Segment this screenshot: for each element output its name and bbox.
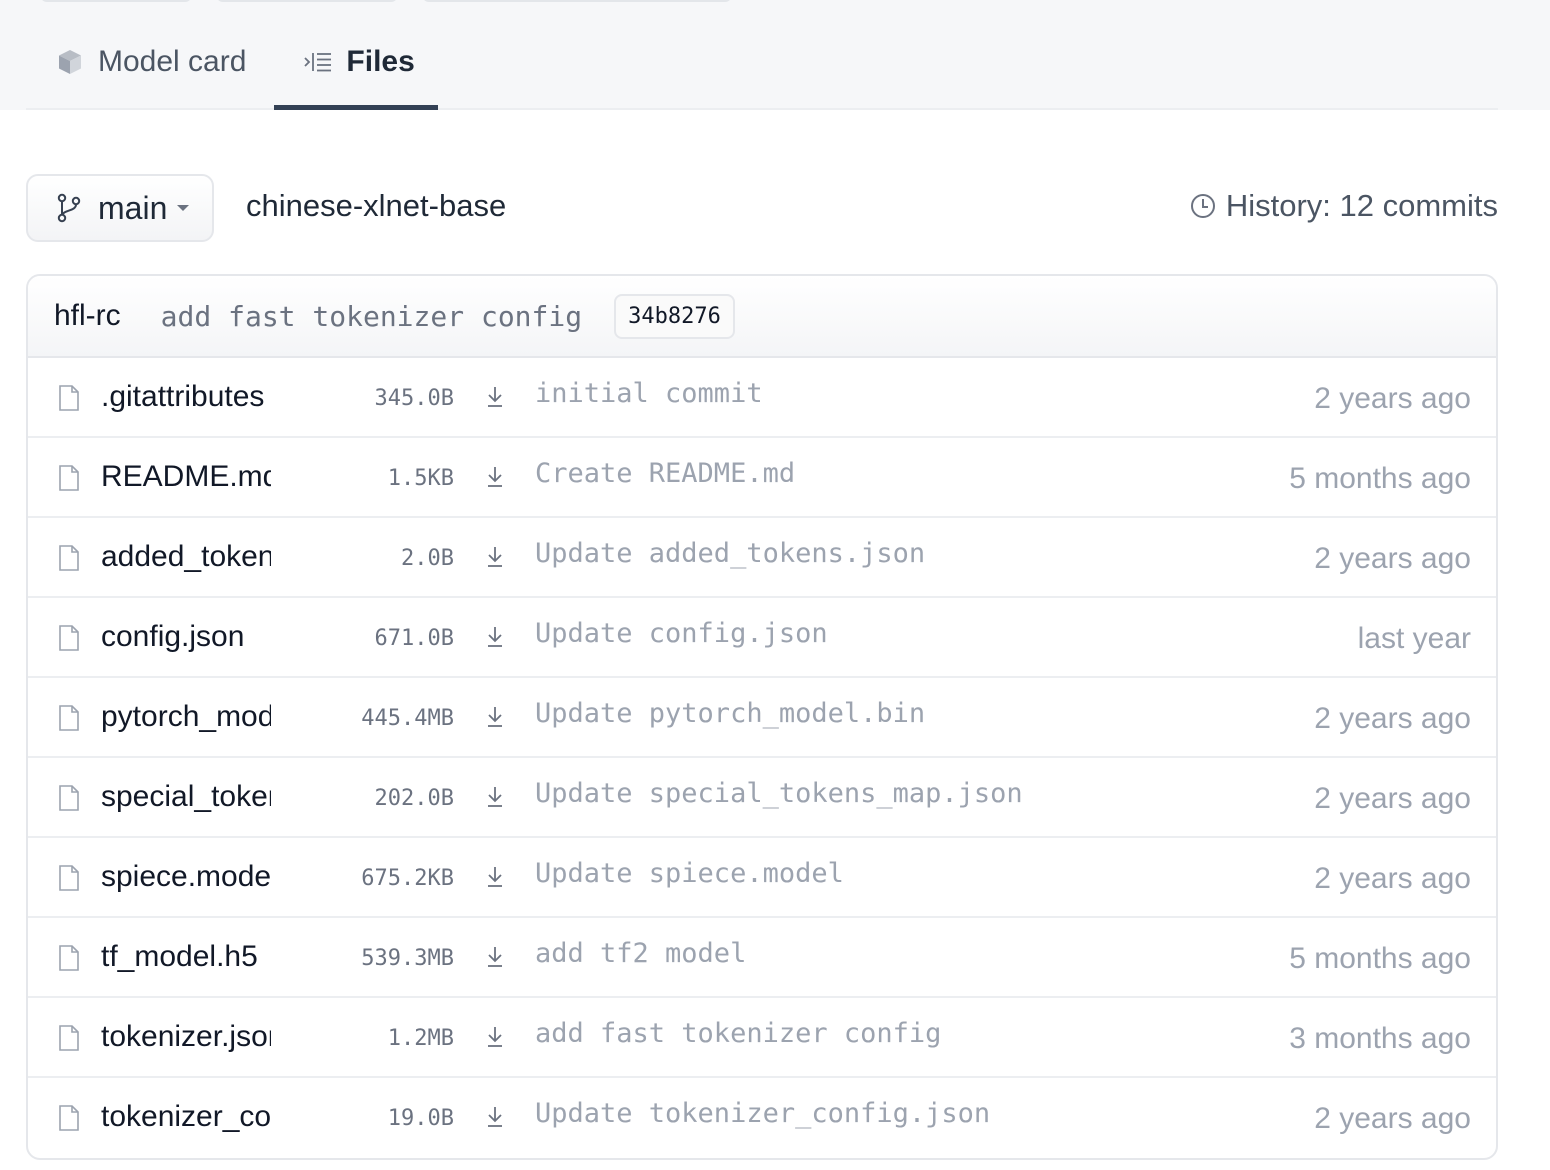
file-commit-message[interactable]: Update added_tokens.json (535, 538, 925, 569)
file-icon (58, 864, 80, 897)
file-date: 2 years ago (1314, 782, 1471, 815)
file-commit-message[interactable]: initial commit (535, 378, 763, 409)
file-list: .gitattributes 345.0B initial commit 2 y… (28, 358, 1496, 1158)
file-icon (58, 624, 80, 657)
file-icon (58, 464, 80, 497)
file-row: config.json 671.0B Update config.json la… (28, 598, 1496, 678)
tab-files[interactable]: Files (304, 36, 415, 88)
chevron-down-icon (177, 205, 190, 211)
file-name-link[interactable]: config.json (101, 620, 271, 654)
branch-selector-button[interactable]: main (26, 174, 214, 242)
file-row: special_tokens_map.json 202.0B Update sp… (28, 758, 1496, 838)
file-size: 671.0B (374, 626, 454, 651)
file-row: tokenizer.json 1.2MB add fast tokenizer … (28, 998, 1496, 1078)
file-name-link[interactable]: README.md (101, 460, 271, 494)
clock-icon (1190, 193, 1216, 219)
file-date: 3 months ago (1289, 1022, 1471, 1055)
commit-author[interactable]: hfl-rc (54, 299, 121, 333)
download-icon[interactable] (485, 784, 505, 815)
download-icon[interactable] (485, 1024, 505, 1055)
file-name-link[interactable]: pytorch_model.bin (101, 700, 271, 734)
file-date: last year (1357, 622, 1471, 655)
file-tree-icon (304, 50, 332, 74)
file-row: pytorch_model.bin 445.4MB Update pytorch… (28, 678, 1496, 758)
file-icon (58, 784, 80, 817)
file-name-link[interactable]: spiece.model (101, 860, 271, 894)
file-row: added_tokens.json 2.0B Update added_toke… (28, 518, 1496, 598)
file-commit-message[interactable]: add tf2 model (535, 938, 746, 969)
commit-message[interactable]: add fast tokenizer config (161, 300, 582, 333)
top-tab-stub (40, 0, 192, 2)
file-name-link[interactable]: tokenizer.json (101, 1020, 271, 1054)
commit-hash-badge[interactable]: 34b8276 (614, 293, 735, 339)
file-size: 445.4MB (361, 706, 454, 731)
file-size: 1.2MB (387, 1026, 454, 1051)
file-icon (58, 944, 80, 977)
file-commit-message[interactable]: add fast tokenizer config (535, 1018, 941, 1049)
download-icon[interactable] (485, 944, 505, 975)
file-name-link[interactable]: special_tokens_map.json (101, 780, 271, 814)
tab-files-label: Files (346, 45, 415, 78)
download-icon[interactable] (485, 1104, 505, 1135)
header-divider (26, 108, 1498, 110)
download-icon[interactable] (485, 544, 505, 575)
file-commit-message[interactable]: Update config.json (535, 618, 828, 649)
download-icon[interactable] (485, 704, 505, 735)
branch-name: main (98, 189, 168, 226)
file-row: spiece.model 675.2KB Update spiece.model… (28, 838, 1496, 918)
download-icon[interactable] (485, 624, 505, 655)
history-label: History: 12 commits (1225, 188, 1498, 223)
file-name-link[interactable]: .gitattributes (101, 380, 271, 414)
file-size: 202.0B (374, 786, 454, 811)
tab-model-card-label: Model card (98, 45, 247, 78)
repo-name: chinese-xlnet-base (246, 188, 507, 223)
file-icon (58, 704, 80, 737)
file-icon (58, 1024, 80, 1057)
file-commit-message[interactable]: Update tokenizer_config.json (535, 1098, 990, 1129)
file-name-link[interactable]: added_tokens.json (101, 540, 271, 574)
file-icon (58, 544, 80, 577)
file-date: 5 months ago (1289, 462, 1471, 495)
file-commit-message[interactable]: Update spiece.model (535, 858, 844, 889)
file-name-link[interactable]: tokenizer_config.json (101, 1100, 271, 1134)
file-date: 2 years ago (1314, 702, 1471, 735)
active-tab-indicator (274, 105, 438, 110)
file-row: tf_model.h5 539.3MB add tf2 model 5 mont… (28, 918, 1496, 998)
file-date: 2 years ago (1314, 862, 1471, 895)
file-row: README.md 1.5KB Create README.md 5 month… (28, 438, 1496, 518)
file-table: hfl-rc add fast tokenizer config 34b8276… (26, 274, 1498, 1160)
file-size: 675.2KB (361, 866, 454, 891)
download-icon[interactable] (485, 464, 505, 495)
download-icon[interactable] (485, 864, 505, 895)
file-date: 2 years ago (1314, 1102, 1471, 1135)
top-tab-stub (422, 0, 732, 2)
file-date: 2 years ago (1314, 382, 1471, 415)
file-size: 1.5KB (387, 466, 454, 491)
file-icon (58, 1104, 80, 1137)
file-row: .gitattributes 345.0B initial commit 2 y… (28, 358, 1496, 438)
file-commit-message[interactable]: Update pytorch_model.bin (535, 698, 925, 729)
cube-icon (56, 48, 84, 76)
file-icon (58, 384, 80, 417)
history-link[interactable]: History: 12 commits (1190, 188, 1498, 224)
file-row: tokenizer_config.json 19.0B Update token… (28, 1078, 1496, 1158)
file-date: 5 months ago (1289, 942, 1471, 975)
tab-model-card[interactable]: Model card (56, 36, 246, 88)
file-size: 539.3MB (361, 946, 454, 971)
file-name-link[interactable]: tf_model.h5 (101, 940, 271, 974)
file-size: 2.0B (401, 546, 454, 571)
file-commit-message[interactable]: Create README.md (535, 458, 795, 489)
file-size: 345.0B (374, 386, 454, 411)
download-icon[interactable] (485, 384, 505, 415)
git-branch-icon (56, 193, 82, 223)
file-commit-message[interactable]: Update special_tokens_map.json (535, 778, 1023, 809)
top-tab-stub (216, 0, 398, 2)
file-size: 19.0B (387, 1106, 454, 1131)
repo-tabs: Model card Files (56, 36, 415, 88)
last-commit-row: hfl-rc add fast tokenizer config 34b8276 (28, 276, 1496, 358)
file-date: 2 years ago (1314, 542, 1471, 575)
